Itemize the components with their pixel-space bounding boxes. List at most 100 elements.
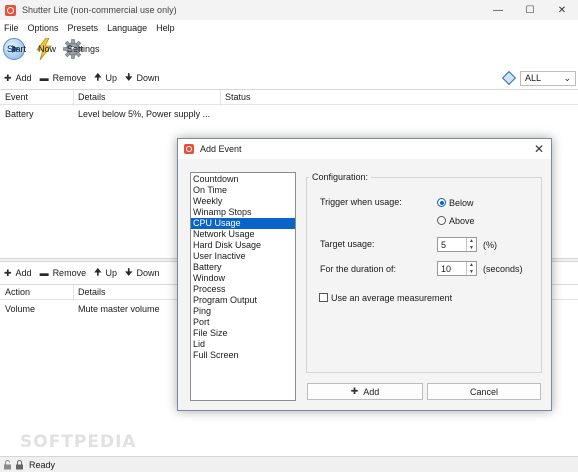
lock-open-icon (4, 459, 11, 469)
event-remove-label: Remove (52, 73, 87, 83)
app-power-icon (184, 144, 194, 154)
maximize-button[interactable]: ☐ (514, 0, 546, 20)
menu-help[interactable]: Help (156, 21, 175, 36)
settings-label: Settings (67, 44, 100, 54)
action-up-button[interactable]: 🠉 Up (94, 265, 117, 281)
duration-value: 10 (441, 264, 452, 274)
event-type-item[interactable]: Ping (191, 306, 295, 317)
plus-icon: ✚ (350, 386, 359, 396)
event-type-items: Countdown On Time Weekly Winamp Stops CPU Us… (191, 173, 295, 361)
window-title: Shutter Lite (non-commercial use only) (22, 5, 177, 15)
status-text: Ready (29, 459, 56, 470)
action-remove-button[interactable]: ▬ Remove (40, 268, 87, 278)
above-label[interactable]: Above (449, 216, 475, 226)
event-remove-button[interactable]: ▬ Remove (40, 73, 87, 83)
target-unit: (%) (483, 240, 497, 250)
event-add-label: Add (15, 73, 32, 83)
now-button[interactable]: Now (34, 38, 56, 60)
column-divider (73, 285, 74, 301)
add-button[interactable]: ✚ Add (307, 383, 423, 400)
main-toolbar: Start Now Settings (0, 36, 100, 62)
close-button[interactable]: ✕ (546, 0, 578, 20)
configuration-legend: Configuration: (309, 172, 372, 182)
duration-spinner[interactable]: 10 ▲ ▼ (437, 261, 477, 276)
above-radio[interactable] (437, 216, 446, 225)
action-add-button[interactable]: ✚ Add (4, 268, 32, 279)
menu-bar: File Options Presets Language Help (0, 21, 184, 36)
column-event[interactable]: Event (5, 92, 28, 102)
app-power-icon (5, 4, 16, 16)
event-down-label: Down (136, 73, 160, 83)
dialog-title-bar: Add Event ✕ (178, 139, 551, 159)
start-button[interactable]: Start (3, 38, 27, 60)
event-type-list: Countdown On Time Weekly Winamp Stops CPU Us… (190, 172, 296, 401)
below-label[interactable]: Below (449, 198, 474, 208)
status-bar: Ready (0, 456, 578, 472)
duration-unit: (seconds) (483, 264, 523, 274)
average-checkbox[interactable] (319, 293, 328, 302)
event-type-item[interactable]: Port (191, 317, 295, 328)
action-add-label: Add (15, 268, 32, 278)
event-up-button[interactable]: 🠉 Up (94, 70, 117, 86)
event-type-item[interactable]: User Inactive (191, 251, 295, 262)
column-details[interactable]: Details (78, 287, 106, 297)
event-type-item[interactable]: Process (191, 284, 295, 295)
event-name-cell: Battery (5, 109, 34, 119)
minus-icon: ▬ (39, 268, 49, 278)
event-type-item[interactable]: Weekly (191, 196, 295, 207)
dialog-title: Add Event (200, 144, 242, 154)
below-radio[interactable] (437, 198, 446, 207)
menu-file[interactable]: File (4, 21, 19, 36)
target-usage-spinner[interactable]: 5 ▲ ▼ (437, 237, 477, 252)
events-table-header: Event Details Status (0, 89, 578, 106)
action-up-label: Up (105, 268, 118, 278)
event-type-item[interactable]: Full Screen (191, 350, 295, 361)
dialog-close-button[interactable]: ✕ (534, 142, 544, 156)
event-type-item[interactable]: Winamp Stops (191, 207, 295, 218)
cancel-button[interactable]: Cancel (427, 383, 541, 400)
event-type-item[interactable]: Hard Disk Usage (191, 240, 295, 251)
add-button-label: Add (363, 386, 380, 397)
event-type-item[interactable]: Window (191, 273, 295, 284)
event-type-item[interactable]: Lid (191, 339, 295, 350)
event-up-label: Up (105, 73, 118, 83)
add-event-dialog: Add Event ✕ Countdown On Time Weekly Winamp… (177, 138, 552, 411)
plus-icon: ✚ (4, 72, 12, 83)
spin-down-icon[interactable]: ▼ (467, 245, 476, 252)
column-divider (220, 90, 221, 106)
event-type-item[interactable]: Battery (191, 262, 295, 273)
event-type-item[interactable]: On Time (191, 185, 295, 196)
event-type-item[interactable]: File Size (191, 328, 295, 339)
filter-dropdown[interactable]: ALL ⌄ (520, 70, 576, 86)
action-details-cell: Mute master volume (78, 304, 160, 314)
arrow-down-icon: 🠋 (125, 267, 133, 277)
event-down-button[interactable]: 🠋 Down (125, 70, 159, 86)
filter-icon (501, 70, 517, 86)
chevron-down-icon: ⌄ (563, 72, 571, 83)
menu-language[interactable]: Language (107, 21, 147, 36)
target-usage-value: 5 (441, 240, 447, 250)
spin-down-icon[interactable]: ▼ (467, 269, 476, 276)
event-type-item[interactable]: Network Usage (191, 229, 295, 240)
filter-area: ALL ⌄ (501, 70, 576, 86)
average-label[interactable]: Use an average measurement (331, 293, 452, 303)
menu-presets[interactable]: Presets (68, 21, 99, 36)
event-type-item[interactable]: Program Output (191, 295, 295, 306)
minus-icon: ▬ (39, 73, 49, 83)
column-details[interactable]: Details (78, 92, 106, 102)
column-status[interactable]: Status (225, 92, 251, 102)
minimize-button[interactable]: — (482, 0, 514, 20)
menu-options[interactable]: Options (28, 21, 59, 36)
event-type-item[interactable]: Countdown (191, 174, 295, 185)
column-action[interactable]: Action (5, 287, 30, 297)
settings-button[interactable]: Settings (63, 39, 100, 59)
event-add-button[interactable]: ✚ Add (4, 73, 32, 84)
table-row[interactable]: Battery Level below 5%, Power supply ... (0, 106, 578, 122)
action-down-button[interactable]: 🠋 Down (125, 265, 159, 281)
event-details-cell: Level below 5%, Power supply ... (78, 109, 211, 119)
trigger-label: Trigger when usage: (320, 197, 402, 207)
start-label: Start (7, 44, 27, 54)
arrow-down-icon: 🠋 (125, 72, 133, 82)
duration-label: For the duration of: (320, 264, 397, 274)
event-type-item[interactable]: CPU Usage (191, 218, 295, 229)
